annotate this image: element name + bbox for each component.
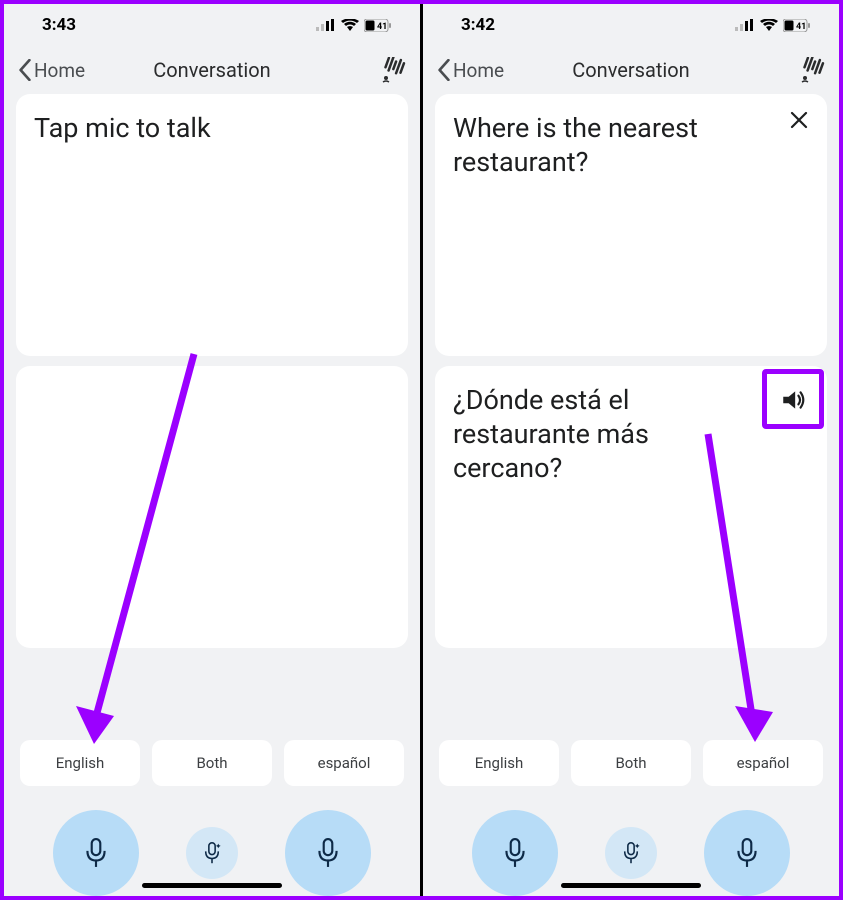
- nav-bar: Home Conversation: [4, 46, 420, 94]
- mic-sparkle-icon: [621, 842, 641, 864]
- mic-icon: [82, 838, 110, 868]
- lang2-button[interactable]: español: [703, 740, 823, 786]
- status-bar: 3:42 41: [423, 4, 839, 46]
- source-card[interactable]: Tap mic to talk: [16, 94, 408, 356]
- lang1-label: English: [56, 754, 105, 772]
- clear-button[interactable]: [787, 108, 811, 132]
- mic-row: [423, 786, 839, 896]
- translation-card[interactable]: ¿Dónde está el restaurante más cercano?: [435, 366, 827, 648]
- lang-both-button[interactable]: Both: [152, 740, 272, 786]
- face-to-face-button[interactable]: [799, 57, 825, 83]
- face-to-face-icon: [799, 57, 825, 83]
- mic-lang2-button[interactable]: [704, 810, 790, 896]
- back-label: Home: [453, 59, 504, 82]
- back-button[interactable]: Home: [18, 59, 85, 82]
- cellular-icon: [735, 19, 755, 31]
- status-icons: 41: [735, 19, 811, 32]
- language-row: English Both español: [4, 740, 420, 786]
- back-label: Home: [34, 59, 85, 82]
- language-row: English Both español: [423, 740, 839, 786]
- source-text: Tap mic to talk: [34, 112, 334, 146]
- battery-icon: 41: [783, 19, 811, 32]
- mic-auto-button[interactable]: [605, 827, 657, 879]
- chevron-left-icon: [18, 59, 32, 81]
- lang1-button[interactable]: English: [439, 740, 559, 786]
- mic-auto-button[interactable]: [186, 827, 238, 879]
- speaker-icon: [780, 387, 806, 413]
- wifi-icon: [341, 19, 359, 31]
- lang-both-button[interactable]: Both: [571, 740, 691, 786]
- mic-sparkle-icon: [202, 842, 222, 864]
- mic-row: [4, 786, 420, 896]
- battery-icon: 41: [364, 19, 392, 32]
- nav-bar: Home Conversation: [423, 46, 839, 94]
- lang2-label: español: [737, 754, 790, 772]
- status-time: 3:43: [42, 15, 76, 35]
- face-to-face-button[interactable]: [380, 57, 406, 83]
- wifi-icon: [760, 19, 778, 31]
- mic-icon: [314, 838, 342, 868]
- speak-button[interactable]: [767, 374, 819, 426]
- status-bar: 3:43 41: [4, 4, 420, 46]
- source-text: Where is the nearest restaurant?: [453, 112, 753, 180]
- lang-both-label: Both: [196, 754, 227, 772]
- translation-card[interactable]: [16, 366, 408, 648]
- lang2-label: español: [318, 754, 371, 772]
- card-area: Tap mic to talk: [4, 94, 420, 730]
- status-time: 3:42: [461, 15, 495, 35]
- face-to-face-icon: [380, 57, 406, 83]
- cellular-icon: [316, 19, 336, 31]
- lang1-button[interactable]: English: [20, 740, 140, 786]
- home-indicator[interactable]: [561, 883, 701, 888]
- svg-text:41: 41: [796, 22, 806, 32]
- chevron-left-icon: [437, 59, 451, 81]
- status-icons: 41: [316, 19, 392, 32]
- lang1-label: English: [475, 754, 524, 772]
- mic-icon: [501, 838, 529, 868]
- close-icon: [790, 111, 808, 129]
- svg-text:41: 41: [377, 22, 387, 32]
- translation-text: ¿Dónde está el restaurante más cercano?: [453, 384, 753, 485]
- lang-both-label: Both: [615, 754, 646, 772]
- source-card[interactable]: Where is the nearest restaurant?: [435, 94, 827, 356]
- phone-screen-right: 3:42 41 Home Conversation Where is the n…: [423, 4, 839, 896]
- back-button[interactable]: Home: [437, 59, 504, 82]
- card-area: Where is the nearest restaurant? ¿Dónde …: [423, 94, 839, 730]
- mic-icon: [733, 838, 761, 868]
- phone-screen-left: 3:43 41 Home Conversation Tap mic to tal…: [4, 4, 420, 896]
- mic-lang1-button[interactable]: [53, 810, 139, 896]
- mic-lang1-button[interactable]: [472, 810, 558, 896]
- home-indicator[interactable]: [142, 883, 282, 888]
- lang2-button[interactable]: español: [284, 740, 404, 786]
- mic-lang2-button[interactable]: [285, 810, 371, 896]
